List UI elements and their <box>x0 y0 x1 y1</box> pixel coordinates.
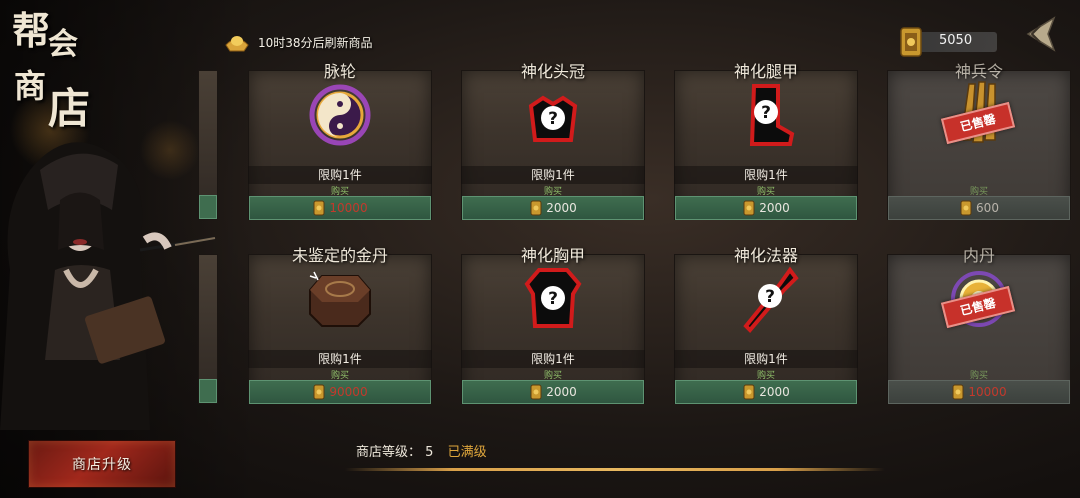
guild-token-icon <box>743 200 755 216</box>
previous-item-card-edge[interactable] <box>198 70 218 220</box>
item-name: 神兵令 <box>954 62 1003 81</box>
previous-item-price-edge <box>199 379 217 403</box>
shop-title-char: 商 <box>14 67 47 105</box>
shop-item-card[interactable]: 神兵令 已售罄 购买 600 <box>887 58 1071 224</box>
shop-title-char: 店 <box>48 84 91 133</box>
buy-price-button[interactable]: 2000 <box>675 380 857 404</box>
item-name: 神化胸甲 <box>520 246 585 265</box>
buy-price-button[interactable]: 90000 <box>249 380 431 404</box>
guild-token-icon <box>530 200 542 216</box>
purchase-limit: 限购1件 <box>248 350 432 368</box>
previous-item-price-edge <box>199 195 217 219</box>
unknown-chest-armor-icon: ? <box>517 264 589 334</box>
item-price: 2000 <box>546 385 577 399</box>
svg-text:?: ? <box>765 287 775 307</box>
level-underline <box>345 468 885 471</box>
item-price: 2000 <box>759 385 790 399</box>
shop-level-status: 已满级 <box>447 445 487 460</box>
shop-item-card[interactable]: 神化法器? 限购1件 购买 2000 <box>674 242 858 408</box>
item-name: 神化腿甲 <box>733 62 798 81</box>
item-price: 10000 <box>968 385 1007 399</box>
golden-elixir-box-icon <box>304 264 376 334</box>
shop-item-card[interactable]: 未鉴定的金丹 限购1件 购买 90000 <box>248 242 432 408</box>
shop-upgrade-button[interactable]: 商店升级 <box>28 440 176 488</box>
shop-title: 帮 会 商 店 <box>8 8 98 138</box>
guild-token-icon <box>900 27 922 57</box>
guild-token-icon <box>313 200 325 216</box>
unknown-artifact-icon: ? <box>730 264 802 334</box>
shop-item-card[interactable]: 脉轮 限购1件 购买 10000 <box>248 58 432 224</box>
item-name: 未鉴定的金丹 <box>291 246 388 265</box>
chakra-orb-icon <box>304 80 376 150</box>
shop-item-card[interactable]: 神化胸甲? 限购1件 购买 2000 <box>461 242 645 408</box>
item-name: 神化头冠 <box>520 62 585 81</box>
refresh-timer: 10时38分后刷新商品 <box>222 26 373 58</box>
purchase-limit: 限购1件 <box>674 166 858 184</box>
shop-item-card[interactable]: 神化头冠? 限购1件 购买 2000 <box>461 58 645 224</box>
svg-text:?: ? <box>548 109 558 129</box>
purchase-limit: 限购1件 <box>461 350 645 368</box>
refresh-timer-text: 10时38分后刷新商品 <box>258 35 373 50</box>
item-price: 2000 <box>759 201 790 215</box>
shop-item-card[interactable]: 神化腿甲? 限购1件 购买 2000 <box>674 58 858 224</box>
shop-title-char: 会 <box>48 27 78 62</box>
purchase-limit: 限购1件 <box>461 166 645 184</box>
shop-item-card[interactable]: 内丹 已售罄 购买 10000 <box>887 242 1071 408</box>
item-name: 神化法器 <box>733 246 798 265</box>
item-price: 10000 <box>329 201 368 215</box>
purchase-limit: 限购1件 <box>248 166 432 184</box>
guild-token-icon <box>530 384 542 400</box>
guild-token-icon <box>952 384 964 400</box>
shop-title-char: 帮 <box>12 8 51 53</box>
shop-level: 商店等级： 5 已满级 <box>356 441 487 460</box>
svg-text:?: ? <box>761 103 771 123</box>
back-button[interactable] <box>1018 12 1062 56</box>
unknown-helmet-icon: ? <box>517 80 589 150</box>
item-price: 90000 <box>329 385 368 399</box>
buy-price-button[interactable]: 10000 <box>888 380 1070 404</box>
guild-token-icon <box>743 384 755 400</box>
buy-price-button[interactable]: 2000 <box>675 196 857 220</box>
buy-price-button[interactable]: 2000 <box>462 380 644 404</box>
item-price: 2000 <box>546 201 577 215</box>
shop-level-label: 商店等级： <box>356 445 422 460</box>
buy-price-button[interactable]: 10000 <box>249 196 431 220</box>
guild-token-icon <box>313 384 325 400</box>
item-name: 内丹 <box>962 246 995 265</box>
item-name: 脉轮 <box>323 62 356 81</box>
buy-price-button[interactable]: 600 <box>888 196 1070 220</box>
guild-token-icon <box>960 200 972 216</box>
previous-item-card-edge[interactable] <box>198 254 218 404</box>
unknown-boots-icon: ? <box>730 80 802 150</box>
item-price: 600 <box>976 201 999 215</box>
currency-value: 5050 <box>939 33 973 48</box>
shop-level-value: 5 <box>425 445 434 460</box>
gold-ingot-icon <box>225 36 249 52</box>
svg-text:?: ? <box>548 289 558 309</box>
purchase-limit: 限购1件 <box>674 350 858 368</box>
buy-price-button[interactable]: 2000 <box>462 196 644 220</box>
